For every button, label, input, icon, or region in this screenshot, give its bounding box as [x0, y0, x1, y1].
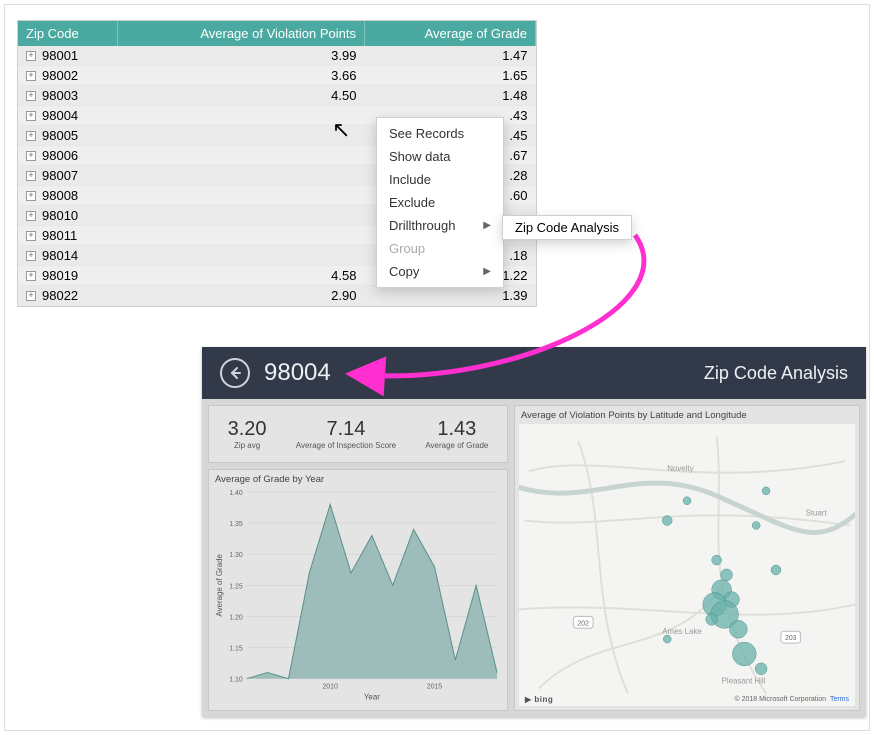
table-row[interactable]: +98001 3.991.47 — [18, 46, 536, 66]
map-canvas[interactable]: Novelty Stuart Ames Lake Pleasant Hill 202 20… — [519, 424, 855, 706]
area-chart-svg: 1.10 1.15 1.20 1.25 1.30 1.35 1.40 2010 2015 Year… — [213, 488, 503, 703]
ctx-group: Group — [377, 237, 503, 260]
expand-icon[interactable]: + — [26, 231, 36, 241]
avg-vp-cell: 3.66 — [117, 66, 364, 86]
avg-vp-cell — [117, 206, 364, 226]
svg-text:203: 203 — [785, 635, 797, 642]
map-svg: Novelty Stuart Ames Lake Pleasant Hill 202 20… — [519, 424, 855, 706]
svg-text:Average of Grade: Average of Grade — [215, 553, 224, 616]
ctx-exclude[interactable]: Exclude — [377, 191, 503, 214]
drillthrough-header: 98004 Zip Code Analysis — [202, 347, 866, 399]
ctx-copy[interactable]: Copy ▶ — [377, 260, 503, 283]
summary-cards: 3.20 Zip avg 7.14 Average of Inspection … — [208, 405, 508, 463]
drillthrough-page: 98004 Zip Code Analysis 3.20 Zip avg 7.1… — [202, 347, 866, 717]
zip-cell: 98007 — [42, 168, 78, 183]
expand-icon[interactable]: + — [26, 51, 36, 61]
svg-text:Year: Year — [364, 693, 380, 702]
ctx-show-data[interactable]: Show data — [377, 145, 503, 168]
table-row[interactable]: +98002 3.661.65 — [18, 66, 536, 86]
svg-text:2010: 2010 — [322, 684, 338, 691]
ctx-drillthrough-option[interactable]: Zip Code Analysis — [502, 215, 632, 240]
expand-icon[interactable]: + — [26, 291, 36, 301]
zip-cell: 98006 — [42, 148, 78, 163]
avg-grade-cell: 1.65 — [364, 66, 535, 86]
avg-vp-cell: 2.90 — [117, 286, 364, 306]
expand-icon[interactable]: + — [26, 111, 36, 121]
map-copyright: © 2018 Microsoft Corporation — [735, 696, 827, 703]
zip-cell: 98011 — [42, 228, 77, 243]
avg-grade-cell: 1.39 — [364, 286, 535, 306]
context-menu: See Records Show data Include Exclude Dr… — [376, 117, 504, 288]
expand-icon[interactable]: + — [26, 271, 36, 281]
table-row[interactable]: +98022 2.901.39 — [18, 286, 536, 306]
zip-cell: 98022 — [42, 288, 78, 303]
card-inspection-score[interactable]: 7.14 Average of Inspection Score — [296, 418, 396, 450]
expand-icon[interactable]: + — [26, 171, 36, 181]
avg-grade-cell: 1.47 — [364, 46, 535, 66]
map-title: Average of Violation Points by Latitude … — [515, 406, 859, 425]
col-avg-vp-header[interactable]: Average of Violation Points — [117, 21, 364, 46]
avg-vp-cell — [117, 246, 364, 266]
svg-text:1.15: 1.15 — [229, 646, 243, 653]
svg-text:1.25: 1.25 — [229, 583, 243, 590]
svg-text:1.30: 1.30 — [229, 552, 243, 559]
bing-logo: ▶ bing — [525, 695, 553, 704]
zip-cell: 98008 — [42, 188, 78, 203]
avg-vp-cell: 4.58 — [117, 266, 364, 286]
zip-cell: 98003 — [42, 88, 78, 103]
avg-vp-cell — [117, 126, 364, 146]
svg-text:Ames Lake: Ames Lake — [662, 627, 702, 636]
expand-icon[interactable]: + — [26, 131, 36, 141]
svg-text:1.10: 1.10 — [229, 677, 243, 684]
table-row[interactable]: +98003 4.501.48 — [18, 86, 536, 106]
avg-vp-cell — [117, 186, 364, 206]
zip-cell: 98004 — [42, 108, 78, 123]
svg-text:1.35: 1.35 — [229, 521, 243, 528]
zip-cell: 98010 — [42, 208, 78, 223]
svg-text:Pleasant Hill: Pleasant Hill — [722, 677, 766, 686]
avg-vp-cell — [117, 166, 364, 186]
zip-cell: 98014 — [42, 248, 78, 263]
chevron-right-icon: ▶ — [483, 266, 491, 277]
avg-vp-cell — [117, 146, 364, 166]
svg-text:2015: 2015 — [427, 684, 443, 691]
card-grade[interactable]: 1.43 Average of Grade — [425, 418, 488, 450]
svg-text:1.40: 1.40 — [229, 490, 243, 497]
grade-by-year-chart[interactable]: Average of Grade by Year 1.10 1.15 1.20 1.2… — [208, 469, 508, 711]
avg-grade-cell: 1.48 — [364, 86, 535, 106]
avg-vp-cell: 3.99 — [117, 46, 364, 66]
ctx-include[interactable]: Include — [377, 168, 503, 191]
zip-cell: 98002 — [42, 68, 78, 83]
card-zip-avg[interactable]: 3.20 Zip avg — [228, 418, 267, 450]
expand-icon[interactable]: + — [26, 71, 36, 81]
avg-vp-cell — [117, 226, 364, 246]
zip-cell: 98019 — [42, 268, 78, 283]
avg-vp-cell: 4.50 — [117, 86, 364, 106]
back-button[interactable] — [220, 358, 250, 388]
expand-icon[interactable]: + — [26, 251, 36, 261]
col-avg-grade-header[interactable]: Average of Grade — [364, 21, 535, 46]
ctx-drillthrough[interactable]: Drillthrough ▶ — [377, 214, 503, 237]
zip-cell: 98001 — [42, 48, 78, 63]
arrow-left-icon — [228, 366, 242, 380]
drillthrough-zip-title: 98004 — [264, 359, 331, 387]
svg-text:Novelty: Novelty — [667, 464, 693, 473]
expand-icon[interactable]: + — [26, 191, 36, 201]
expand-icon[interactable]: + — [26, 211, 36, 221]
map-terms-link[interactable]: Terms — [830, 696, 849, 703]
chart-title: Average of Grade by Year — [215, 474, 501, 485]
chevron-right-icon: ▶ — [483, 220, 491, 231]
ctx-see-records[interactable]: See Records — [377, 122, 503, 145]
svg-text:1.20: 1.20 — [229, 614, 243, 621]
expand-icon[interactable]: + — [26, 151, 36, 161]
svg-text:202: 202 — [577, 620, 589, 627]
zip-cell: 98005 — [42, 128, 78, 143]
svg-text:Stuart: Stuart — [806, 509, 828, 518]
col-zip-header[interactable]: Zip Code — [18, 21, 117, 46]
avg-vp-cell — [117, 106, 364, 126]
drillthrough-page-title: Zip Code Analysis — [704, 363, 848, 384]
map-tile[interactable]: Average of Violation Points by Latitude … — [514, 405, 860, 711]
expand-icon[interactable]: + — [26, 91, 36, 101]
